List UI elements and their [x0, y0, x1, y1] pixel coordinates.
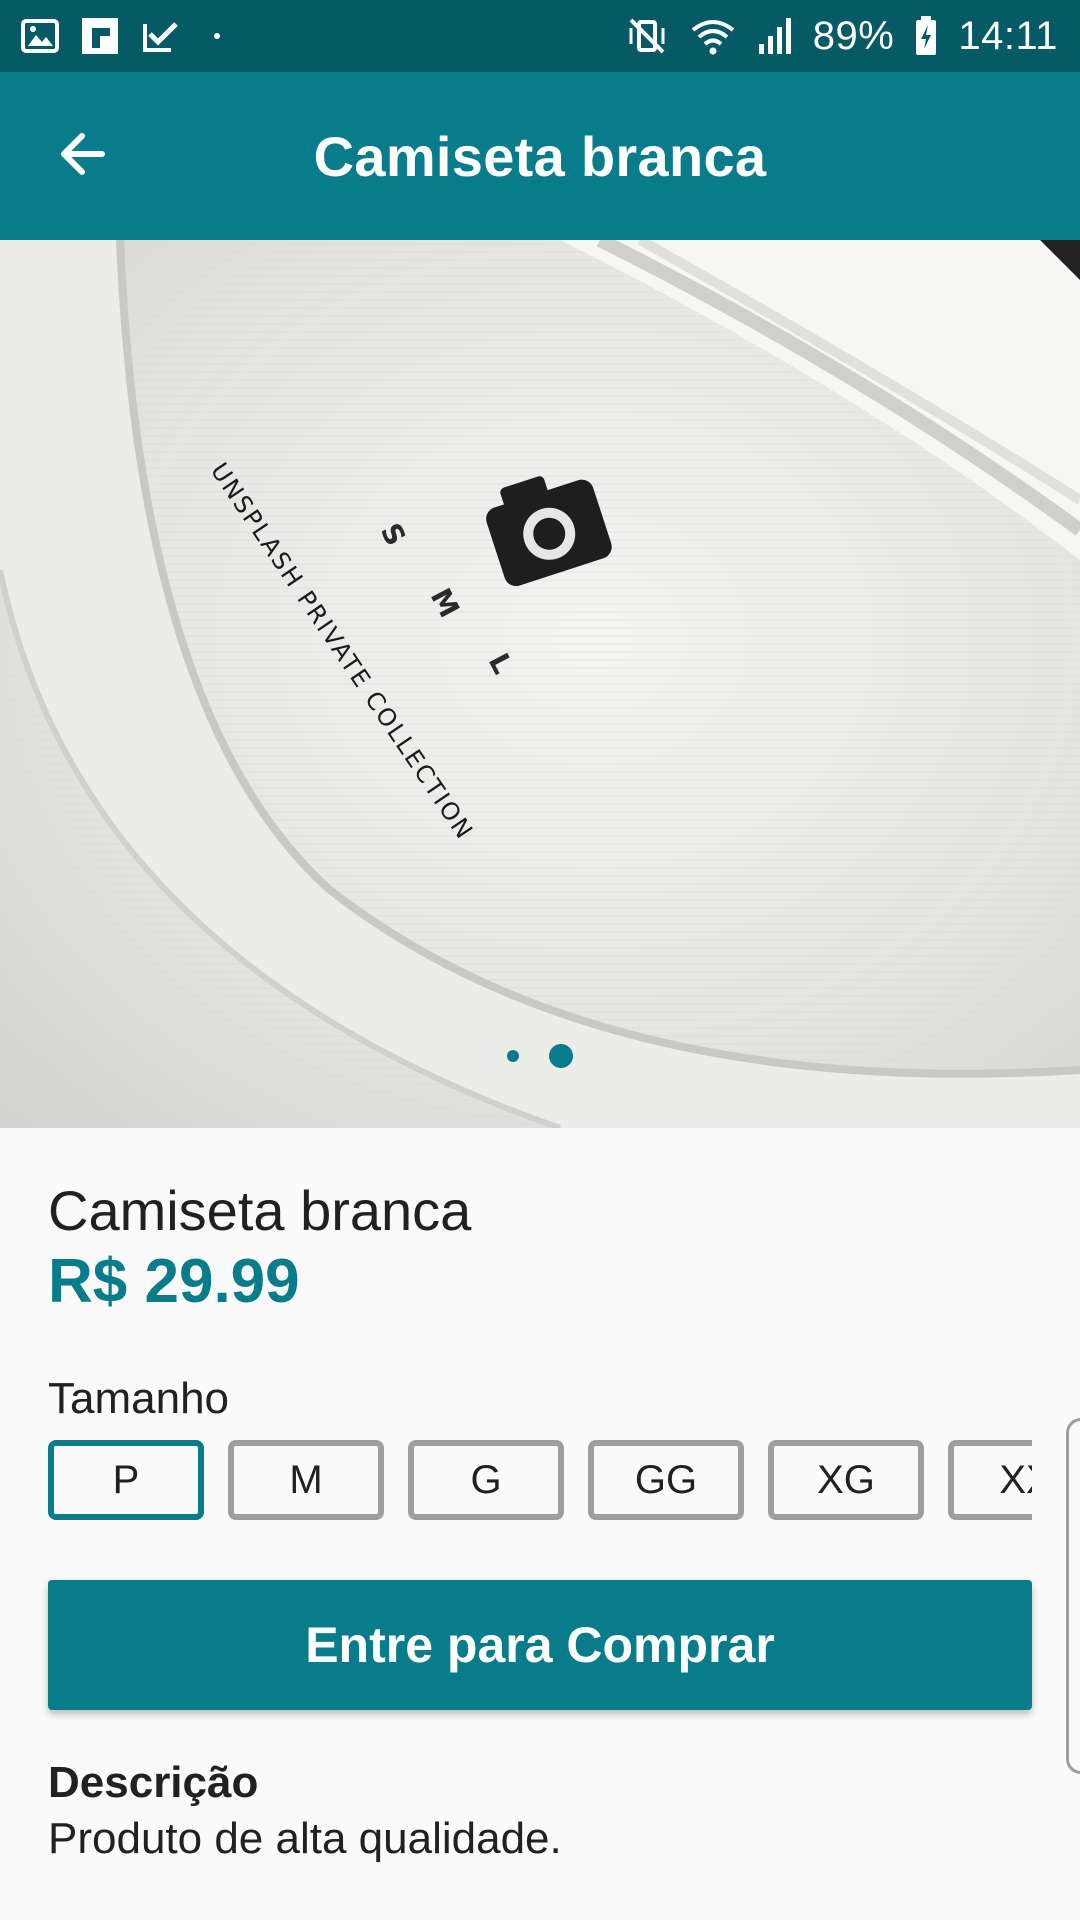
signal-icon	[757, 16, 793, 56]
product-price: R$ 29.99	[48, 1247, 300, 1316]
carousel-dot-2-active[interactable]	[549, 1044, 573, 1068]
arrow-left-icon	[54, 126, 110, 187]
status-right-icons: 89% 14:11	[625, 14, 1058, 59]
flipboard-icon	[80, 16, 120, 56]
battery-charging-icon	[914, 15, 938, 57]
description-text: Produto de alta qualidade.	[48, 1814, 562, 1863]
status-left-icons	[20, 16, 220, 56]
app-bar: Camiseta branca	[0, 72, 1080, 240]
vibrate-mute-icon	[625, 16, 669, 56]
size-option-g[interactable]: G	[408, 1440, 564, 1520]
battery-percent: 89%	[812, 13, 895, 58]
description-title: Descrição	[48, 1758, 259, 1807]
size-label: Tamanho	[48, 1374, 230, 1423]
wifi-icon	[689, 16, 737, 56]
buy-button[interactable]: Entre para Comprar	[48, 1580, 1032, 1710]
back-button[interactable]	[46, 120, 118, 192]
product-name: Camiseta branca	[48, 1179, 472, 1242]
edge-panel-handle[interactable]	[1066, 1418, 1080, 1774]
carousel-dot-1[interactable]	[507, 1050, 519, 1062]
notification-dot-icon	[214, 33, 220, 39]
size-option-xx[interactable]: XX	[948, 1440, 1032, 1520]
task-check-icon	[140, 16, 180, 56]
size-option-m[interactable]: M	[228, 1440, 384, 1520]
size-option-p[interactable]: P	[48, 1440, 204, 1520]
gallery-icon	[20, 16, 60, 56]
status-bar: 89% 14:11	[0, 0, 1080, 72]
page-title: Camiseta branca	[313, 124, 767, 188]
product-photo: S M L UNSPLASH PRIVATE COLLECTION	[0, 240, 1080, 1128]
size-option-gg[interactable]: GG	[588, 1440, 744, 1520]
product-image-carousel[interactable]: S M L UNSPLASH PRIVATE COLLECTION	[0, 240, 1080, 1128]
size-option-xg[interactable]: XG	[768, 1440, 924, 1520]
clock: 14:11	[958, 13, 1058, 58]
carousel-page-indicator	[0, 1044, 1080, 1068]
size-selector[interactable]: P M G GG XG XX	[48, 1440, 1032, 1520]
